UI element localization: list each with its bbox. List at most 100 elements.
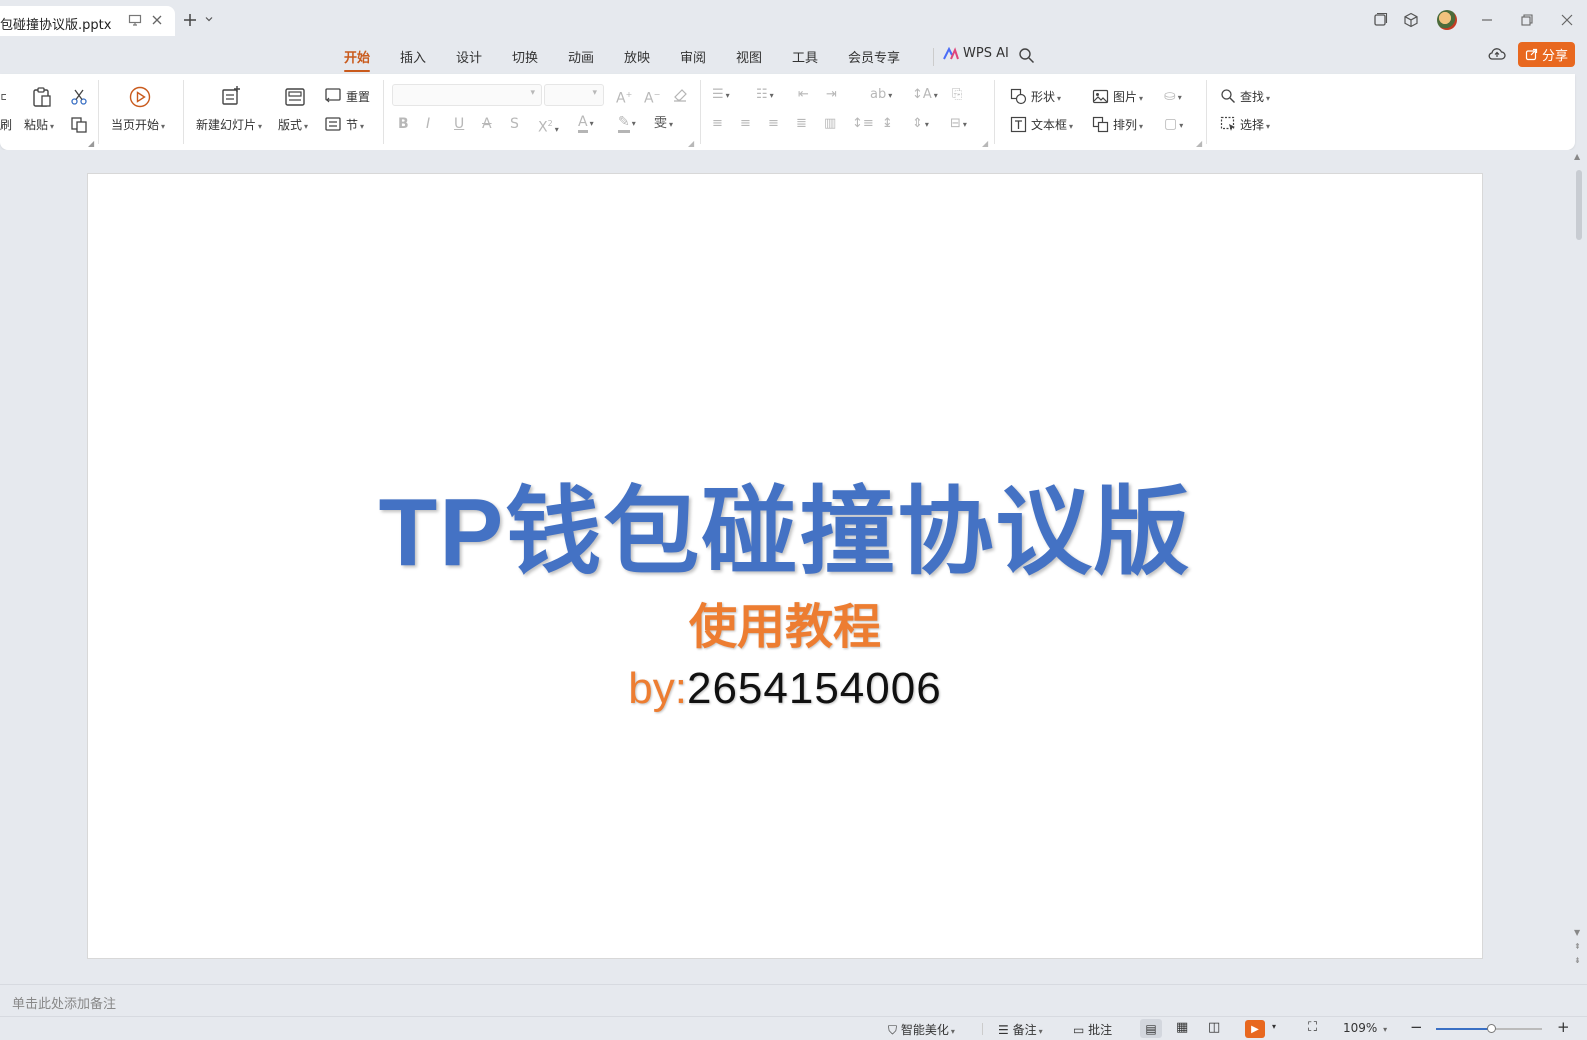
fill-icon[interactable]: ⛀ ▾ (1164, 88, 1182, 106)
slide[interactable]: TP钱包碰撞协议版 使用教程 by:2654154006 (87, 173, 1483, 959)
zoom-slider-handle[interactable] (1487, 1024, 1496, 1033)
slide-author[interactable]: by:2654154006 (88, 664, 1482, 714)
new-slide-icon[interactable] (220, 85, 242, 110)
distribute-icon[interactable]: ▥ (824, 116, 836, 132)
next-slide-icon[interactable]: ⇟ (1574, 956, 1581, 965)
text-direction-icon[interactable]: ab ▾ (870, 87, 892, 104)
new-slide-button[interactable]: 新建幻灯片 ▾ (196, 116, 262, 133)
tab-insert[interactable]: 插入 (400, 47, 426, 66)
paste-button[interactable]: 粘贴 ▾ (24, 116, 54, 133)
column-spacing-icon[interactable]: ⇕ ▾ (912, 116, 929, 133)
slide-sorter-icon[interactable]: ▦ (1176, 1020, 1188, 1035)
restore-icon[interactable] (1520, 13, 1534, 27)
font-family-select[interactable]: ▾ (392, 84, 542, 106)
close-window-icon[interactable] (1560, 13, 1574, 27)
shadow-text-icon[interactable]: S (510, 116, 519, 132)
fit-window-icon[interactable]: ⛶ (1308, 1020, 1317, 1035)
tab-transition[interactable]: 切换 (512, 47, 538, 66)
highlight-icon[interactable]: ✎ ▾ (618, 114, 636, 133)
phonetic-icon[interactable]: 雯 ▾ (654, 116, 673, 133)
tab-slideshow[interactable]: 放映 (624, 47, 650, 66)
paragraph-spacing-icon[interactable]: ↨ (882, 116, 893, 132)
shape-icon[interactable] (1010, 88, 1027, 108)
decrease-indent-icon[interactable]: ⇤ (798, 87, 809, 103)
cube-icon[interactable] (1403, 12, 1419, 28)
underline-icon[interactable]: U (454, 116, 464, 132)
select-button[interactable]: 选择 ▾ (1240, 116, 1270, 133)
slide-title[interactable]: TP钱包碰撞协议版 (88, 454, 1482, 593)
cloud-upload-icon[interactable] (1488, 46, 1506, 62)
minimize-icon[interactable] (1480, 13, 1494, 27)
clear-format-icon[interactable] (672, 87, 688, 106)
bold-icon[interactable]: B (398, 116, 409, 132)
prev-slide-icon[interactable]: ⇞ (1574, 942, 1581, 951)
align-right-icon[interactable]: ≡ (768, 116, 779, 132)
format-painter-icon[interactable]: ▭ (0, 88, 6, 104)
italic-icon[interactable]: I (426, 116, 430, 132)
format-painter-label[interactable]: 刷 (0, 116, 12, 133)
align-center-icon[interactable]: ≡ (740, 116, 751, 132)
share-button[interactable]: 分享 (1518, 42, 1575, 67)
tab-review[interactable]: 审阅 (680, 47, 706, 66)
tab-design[interactable]: 设计 (456, 47, 482, 66)
increase-indent-icon[interactable]: ⇥ (826, 87, 837, 103)
smart-beautify-button[interactable]: ⛉ 智能美化 ▾ (888, 1021, 955, 1038)
superscript-icon[interactable]: X2▾ (538, 116, 559, 138)
zoom-level[interactable]: 109% ▾ (1343, 1021, 1387, 1035)
find-icon[interactable] (1220, 88, 1236, 107)
textbox-icon[interactable] (1010, 116, 1027, 136)
increase-font-icon[interactable]: A+ (616, 87, 632, 107)
avatar[interactable] (1437, 10, 1457, 30)
normal-view-icon[interactable]: ▤ (1140, 1019, 1162, 1038)
layout-button[interactable]: 版式 ▾ (278, 116, 308, 133)
section-icon[interactable] (324, 115, 342, 136)
shape-button[interactable]: 形状 ▾ (1031, 88, 1061, 105)
tab-dropdown-icon[interactable] (204, 14, 214, 24)
font-size-select[interactable]: ▾ (544, 84, 604, 106)
document-tab[interactable]: 钱包碰撞协议版.pptx (0, 6, 175, 36)
new-tab-icon[interactable] (182, 12, 198, 28)
line-spacing-icon[interactable]: ↕≡ (852, 116, 874, 132)
align-left-icon[interactable]: ≡ (712, 116, 723, 132)
decrease-font-icon[interactable]: A− (644, 87, 660, 107)
text-box-align-icon[interactable]: ⊟ ▾ (950, 116, 967, 133)
close-tab-icon[interactable] (150, 13, 164, 27)
scroll-up-icon[interactable]: ▲ (1574, 152, 1580, 161)
tab-member[interactable]: 会员专享 (848, 47, 900, 66)
present-icon[interactable] (128, 13, 142, 27)
arrange-button[interactable]: 排列 ▾ (1113, 116, 1143, 133)
comments-button[interactable]: ▭ 批注 (1073, 1021, 1112, 1038)
layout-icon[interactable] (284, 86, 306, 111)
outline-icon[interactable]: ▢ ▾ (1164, 116, 1183, 134)
play-from-current-icon[interactable] (128, 85, 152, 112)
reset-icon[interactable] (324, 87, 342, 108)
cut-icon[interactable] (70, 88, 88, 109)
notes-placeholder[interactable]: 单击此处添加备注 (12, 993, 116, 1012)
zoom-slider[interactable] (1436, 1024, 1542, 1033)
arrange-icon[interactable] (1092, 116, 1109, 136)
zoom-out-icon[interactable]: − (1410, 1018, 1423, 1036)
zoom-in-icon[interactable]: + (1557, 1018, 1570, 1036)
notes-pane[interactable]: 单击此处添加备注 (0, 984, 1587, 1016)
tab-start[interactable]: 开始 (344, 47, 371, 72)
picture-icon[interactable] (1092, 88, 1109, 108)
tab-animation[interactable]: 动画 (568, 47, 594, 66)
font-color-icon[interactable]: A ▾ (578, 114, 594, 133)
sort-icon[interactable]: ↕A ▾ (912, 87, 938, 104)
select-icon[interactable] (1220, 116, 1237, 136)
numbered-list-icon[interactable]: ☷ ▾ (756, 87, 774, 104)
slideshow-play-button[interactable]: ▶ (1245, 1020, 1265, 1038)
convert-icon[interactable]: ⎘ (952, 87, 962, 103)
wps-ai-button[interactable]: WPS AI (943, 46, 1009, 61)
copy-icon[interactable] (70, 116, 88, 137)
picture-button[interactable]: 图片 ▾ (1113, 88, 1143, 105)
paste-icon[interactable] (31, 86, 53, 111)
reset-button[interactable]: 重置 (346, 88, 370, 105)
textbox-button[interactable]: 文本框 ▾ (1031, 116, 1073, 133)
slide-canvas[interactable]: TP钱包碰撞协议版 使用教程 by:2654154006 ▲ ▼ ⇞ ⇟ (0, 150, 1587, 980)
scroll-down-icon[interactable]: ▼ (1574, 928, 1580, 937)
justify-icon[interactable]: ≣ (796, 116, 807, 132)
tab-view[interactable]: 视图 (736, 47, 762, 66)
tab-tools[interactable]: 工具 (792, 47, 818, 66)
search-icon[interactable] (1018, 47, 1035, 64)
